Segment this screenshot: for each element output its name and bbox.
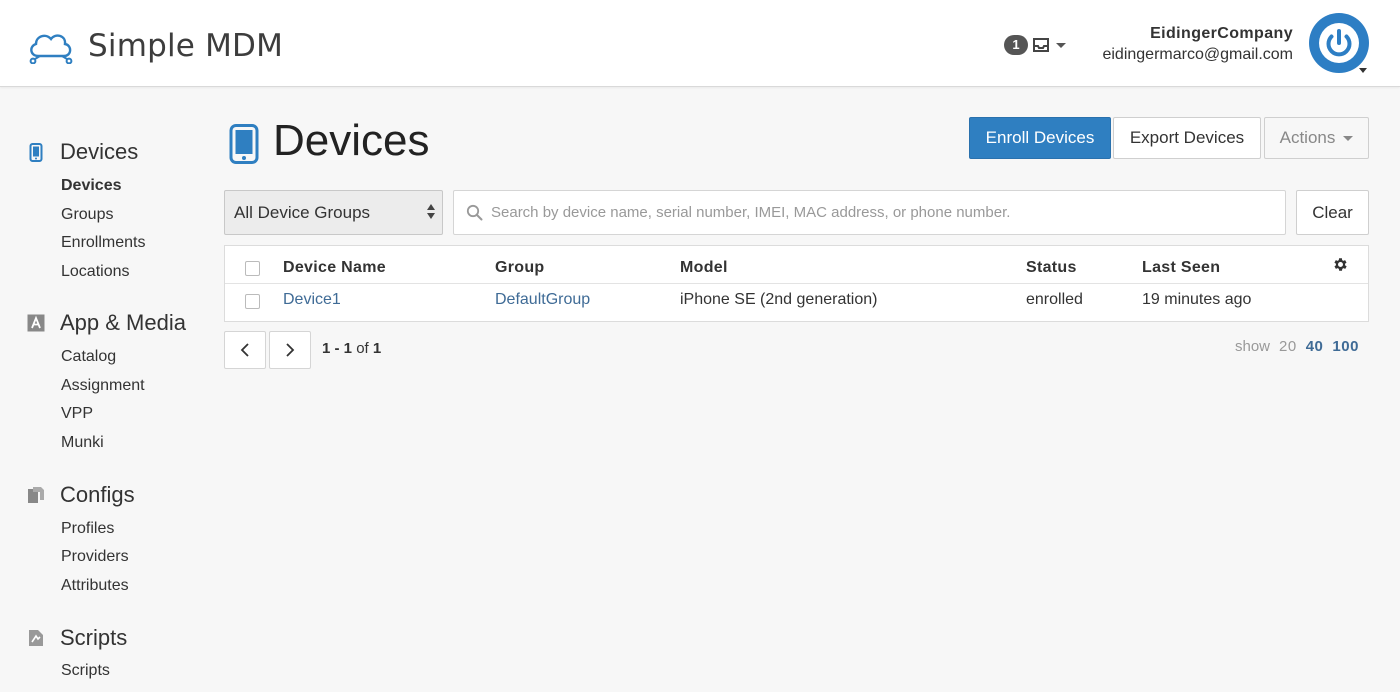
sidebar-item-locations[interactable]: Locations [61, 263, 130, 281]
page-size-label: show [1235, 338, 1271, 355]
sidebar-section-label: App & Media [60, 310, 186, 335]
column-header-last-seen[interactable]: Last Seen [1142, 259, 1220, 277]
chevron-left-icon [240, 343, 249, 357]
page-size-option-40[interactable]: 40 [1306, 338, 1324, 355]
notification-count-badge: 1 [1004, 35, 1028, 55]
device-group-link[interactable]: DefaultGroup [495, 291, 590, 309]
device-model: iPhone SE (2nd generation) [680, 291, 878, 308]
column-header-group[interactable]: Group [495, 259, 545, 277]
account-email: eidingermarco@gmail.com [1102, 46, 1293, 63]
chevron-down-icon [1056, 42, 1066, 48]
logo-text: Simple MDM [88, 28, 284, 64]
enroll-devices-button[interactable]: Enroll Devices [969, 117, 1111, 159]
sidebar-item-catalog[interactable]: Catalog [61, 348, 116, 366]
sidebar-item-profiles[interactable]: Profiles [61, 520, 114, 538]
account-company: EidingerCompany [1150, 25, 1293, 42]
page-size-option-100[interactable]: 100 [1332, 338, 1359, 355]
script-icon [26, 628, 46, 648]
select-all-checkbox[interactable] [245, 261, 260, 276]
sidebar-section-label: Scripts [60, 625, 128, 650]
sidebar-item-vpp[interactable]: VPP [61, 405, 93, 423]
sidebar-item-attributes[interactable]: Attributes [61, 577, 129, 595]
app-store-icon [26, 313, 46, 333]
devices-table: Device Name Group Model Status Last Seen… [224, 245, 1369, 322]
sidebar-section-label: Devices [60, 139, 139, 164]
cloud-logo-icon [29, 34, 73, 64]
inbox-icon [1033, 38, 1049, 52]
phone-icon [229, 124, 259, 169]
power-icon [1319, 23, 1359, 63]
device-name-link[interactable]: Device1 [283, 291, 341, 309]
sidebar-section-app-media[interactable]: App & Media [26, 310, 186, 336]
column-header-device-name[interactable]: Device Name [283, 259, 386, 277]
next-page-button[interactable] [269, 331, 311, 369]
clear-button[interactable]: Clear [1296, 190, 1369, 235]
logo[interactable]: Simple MDM [26, 26, 283, 66]
sidebar-section-devices[interactable]: Devices [26, 139, 138, 165]
notifications-dropdown[interactable]: 1 [1004, 34, 1066, 56]
sidebar-item-enrollments[interactable]: Enrollments [61, 234, 145, 252]
sidebar-section-configs[interactable]: Configs [26, 482, 135, 508]
sidebar-item-devices[interactable]: Devices [61, 177, 122, 195]
sidebar-item-groups[interactable]: Groups [61, 206, 113, 224]
pagination-of-label: of [356, 340, 369, 357]
actions-label: Actions [1279, 128, 1336, 147]
page-title: Devices [273, 116, 430, 165]
phone-icon [26, 142, 46, 162]
sidebar-item-scripts[interactable]: Scripts [61, 662, 110, 680]
device-status: enrolled [1026, 291, 1083, 308]
top-header: Simple MDM 1 EidingerCompany eidingermar… [0, 0, 1400, 87]
column-header-status[interactable]: Status [1026, 259, 1077, 277]
pagination-total: 1 [372, 340, 382, 357]
pagination-range: 1 - 1 [322, 340, 353, 357]
column-header-model[interactable]: Model [680, 259, 728, 277]
device-group-select-value: All Device Groups [234, 202, 371, 222]
table-header: Device Name Group Model Status Last Seen [225, 246, 1368, 284]
search-icon [466, 204, 483, 221]
account-caret-icon[interactable] [1359, 68, 1367, 73]
export-devices-button[interactable]: Export Devices [1113, 117, 1261, 159]
chevron-down-icon [1343, 135, 1354, 141]
table-row: Device1 DefaultGroup iPhone SE (2nd gene… [225, 284, 1368, 321]
previous-page-button[interactable] [224, 331, 266, 369]
gear-icon[interactable] [1332, 256, 1349, 278]
actions-dropdown-button[interactable]: Actions [1264, 117, 1369, 159]
select-arrows-icon [427, 204, 435, 219]
avatar[interactable] [1309, 13, 1369, 73]
sidebar-section-scripts[interactable]: Scripts [26, 625, 127, 651]
sidebar-item-munki[interactable]: Munki [61, 434, 104, 452]
search-box [453, 190, 1286, 235]
pagination-summary: 1 - 1 of 1 [322, 340, 381, 357]
account-info[interactable]: EidingerCompany eidingermarco@gmail.com [1102, 23, 1293, 65]
page-size-option-20[interactable]: 20 [1279, 338, 1297, 355]
sidebar-item-providers[interactable]: Providers [61, 548, 129, 566]
row-checkbox[interactable] [245, 294, 260, 309]
device-group-select[interactable]: All Device Groups [224, 190, 443, 235]
chevron-right-icon [286, 343, 295, 357]
device-last-seen: 19 minutes ago [1142, 291, 1252, 308]
sidebar-item-assignment[interactable]: Assignment [61, 377, 145, 395]
documents-icon [26, 485, 46, 505]
search-input[interactable] [491, 204, 1281, 221]
sidebar-section-label: Configs [60, 482, 135, 507]
page-size-selector: show 20 40 100 [1235, 338, 1359, 355]
